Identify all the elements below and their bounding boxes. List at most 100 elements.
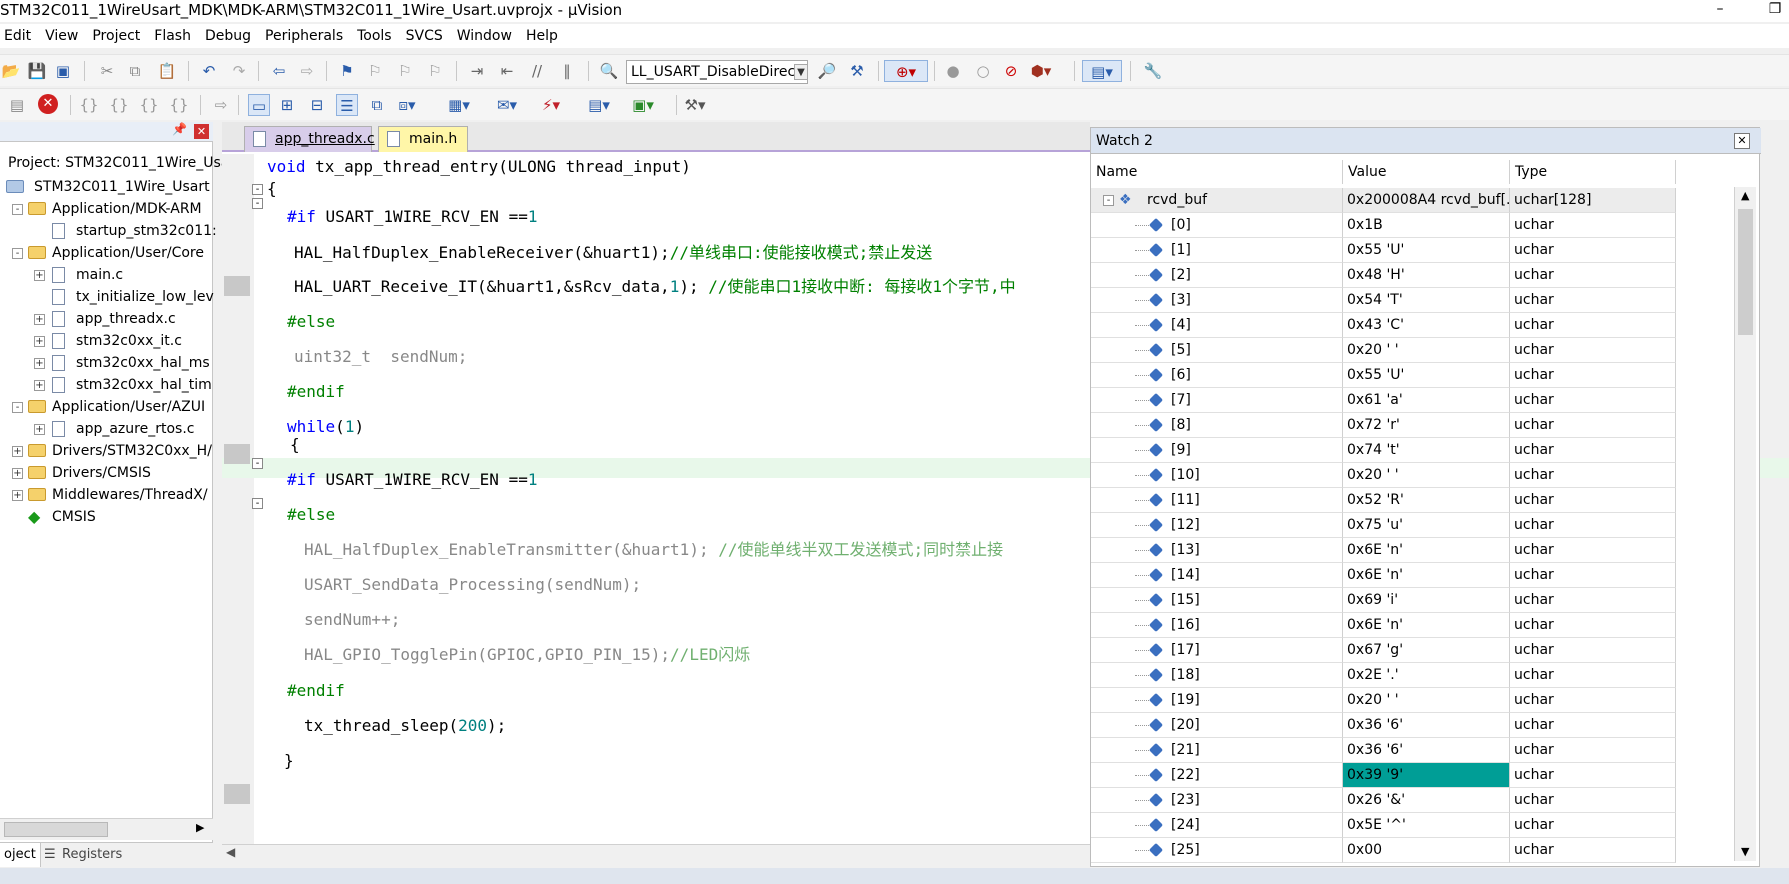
column-value[interactable]: Value (1343, 160, 1510, 184)
watch-value[interactable]: 0x200008A4 rcvd_buf[... (1343, 188, 1510, 213)
save-all-icon[interactable]: ▣ (52, 60, 74, 82)
watch-row[interactable]: [18] 0x2E '.' uchar (1091, 663, 1761, 688)
watch-value[interactable]: 0x6E 'n' (1343, 613, 1510, 638)
find-in-files-icon[interactable]: 🔍 (598, 60, 620, 82)
bookmark-clear-icon[interactable]: ⚐ (424, 60, 446, 82)
save-icon[interactable]: 💾 (26, 60, 48, 82)
menu-debug[interactable]: Debug (198, 24, 258, 48)
find-icon[interactable]: 🔎 (816, 60, 838, 82)
reset-icon[interactable]: ▤ (6, 94, 28, 116)
watch-row[interactable]: [15] 0x69 'i' uchar (1091, 588, 1761, 613)
tab-app_threadx-c[interactable]: app_threadx.c (244, 126, 375, 152)
run-to-cursor-icon[interactable]: {} (168, 94, 190, 116)
tree-item[interactable]: + stm32c0xx_hal_ms (0, 352, 213, 374)
editor-hscroll[interactable]: ◀ (222, 844, 1090, 862)
tree-item[interactable]: + app_threadx.c (0, 308, 213, 330)
fold-icon[interactable]: - (252, 184, 263, 195)
watch-value[interactable]: 0x00 (1343, 838, 1510, 863)
breakpoint-clear-icon[interactable]: ⊘ (1000, 60, 1022, 82)
menu-window[interactable]: Window (450, 24, 519, 48)
watch-value[interactable]: 0x72 'r' (1343, 413, 1510, 438)
uncomment-icon[interactable]: ∥ (556, 60, 578, 82)
tab-project[interactable]: oject (0, 843, 41, 867)
project-root[interactable]: STM32C011_1Wire_Usart (6, 176, 210, 198)
menu-help[interactable]: Help (519, 24, 565, 48)
scroll-thumb[interactable] (1738, 209, 1753, 335)
tree-item[interactable]: + Drivers/CMSIS (0, 462, 213, 484)
watch-value[interactable]: 0x55 'U' (1343, 238, 1510, 263)
watch-value[interactable]: 0x48 'H' (1343, 263, 1510, 288)
tree-item[interactable]: tx_initialize_low_lev (0, 286, 214, 308)
watch-row[interactable]: [9] 0x74 't' uchar (1091, 438, 1761, 463)
scroll-thumb[interactable] (4, 822, 108, 837)
watch-value[interactable]: 0x5E '^' (1343, 813, 1510, 838)
tree-item[interactable]: + app_azure_rtos.c (0, 418, 213, 440)
project-hscroll[interactable]: ▶ (0, 818, 213, 840)
watch-value[interactable]: 0x20 ' ' (1343, 338, 1510, 363)
tree-item[interactable]: + main.c (0, 264, 213, 286)
expand-icon[interactable]: + (34, 336, 45, 347)
watch-value[interactable]: 0x43 'C' (1343, 313, 1510, 338)
watch-row[interactable]: [3] 0x54 'T' uchar (1091, 288, 1761, 313)
indent-icon[interactable]: ⇥ (466, 60, 488, 82)
pin-icon[interactable]: 📌 (172, 122, 187, 136)
menu-flash[interactable]: Flash (147, 24, 198, 48)
step-out-icon[interactable]: {} (138, 94, 160, 116)
watch-row[interactable]: [13] 0x6E 'n' uchar (1091, 538, 1761, 563)
watch-value[interactable]: 0x55 'U' (1343, 363, 1510, 388)
watch-value[interactable]: 0x54 'T' (1343, 288, 1510, 313)
scroll-right-icon[interactable]: ▶ (196, 821, 204, 834)
watch-value[interactable]: 0x36 '6' (1343, 738, 1510, 763)
analysis-window-icon[interactable]: ⚡▾ (540, 94, 562, 116)
watch-window-icon[interactable]: ⧈▾ (396, 94, 418, 116)
watch-row[interactable]: [22] 0x39 '9' uchar (1091, 763, 1761, 788)
watch-value[interactable]: 0x2E '.' (1343, 663, 1510, 688)
scroll-down-icon[interactable]: ▼ (1741, 845, 1749, 858)
tree-item[interactable]: - Application/User/Core (0, 242, 213, 264)
command-window-icon[interactable]: ▭ (248, 94, 270, 116)
fold-icon[interactable]: - (252, 498, 263, 509)
tree-item[interactable]: + Drivers/STM32C0xx_H/ (0, 440, 213, 462)
code-editor[interactable] (222, 122, 1090, 862)
disassembly-icon[interactable]: ⊞ (276, 94, 298, 116)
window-layout-icon[interactable]: ▤▾ (1082, 60, 1122, 82)
tree-item[interactable]: + stm32c0xx_it.c (0, 330, 213, 352)
column-type[interactable]: Type (1510, 160, 1676, 184)
memory-window-icon[interactable]: ▦▾ (448, 94, 470, 116)
breakpoint-kill-icon[interactable]: ⬢▾ (1030, 60, 1052, 82)
watch-row[interactable]: [24] 0x5E '^' uchar (1091, 813, 1761, 838)
fold-icon[interactable]: - (252, 458, 263, 469)
stop-icon[interactable]: ✕ (38, 94, 58, 114)
expand-icon[interactable]: + (34, 424, 45, 435)
expand-icon[interactable]: + (12, 446, 23, 457)
nav-forward-icon[interactable]: ⇨ (296, 60, 318, 82)
paste-icon[interactable]: 📋 (156, 60, 178, 82)
unindent-icon[interactable]: ⇤ (496, 60, 518, 82)
symbols-icon[interactable]: ⊟ (306, 94, 328, 116)
restore-icon[interactable]: ❐ (1760, 0, 1789, 20)
watch-value[interactable]: 0x52 'R' (1343, 488, 1510, 513)
watch-row[interactable]: [0] 0x1B uchar (1091, 213, 1761, 238)
watch-value[interactable]: 0x20 ' ' (1343, 463, 1510, 488)
watch-value[interactable]: 0x67 'g' (1343, 638, 1510, 663)
collapse-icon[interactable]: - (12, 402, 23, 413)
step-over-icon[interactable]: {} (108, 94, 130, 116)
watch-row[interactable]: [5] 0x20 ' ' uchar (1091, 338, 1761, 363)
column-name[interactable]: Name (1091, 160, 1343, 184)
function-combo[interactable]: LL_USART_DisableDirecti (626, 60, 808, 84)
watch-row[interactable]: [19] 0x20 ' ' uchar (1091, 688, 1761, 713)
fold-icon[interactable]: - (252, 198, 263, 209)
tree-item[interactable]: + Middlewares/ThreadX/ (0, 484, 213, 506)
scroll-up-icon[interactable]: ▲ (1741, 189, 1749, 202)
watch-row[interactable]: [6] 0x55 'U' uchar (1091, 363, 1761, 388)
minimize-icon[interactable]: – (1705, 0, 1735, 20)
expand-icon[interactable]: + (34, 358, 45, 369)
menu-project[interactable]: Project (85, 24, 147, 48)
tree-item[interactable]: - Application/User/AZUI (0, 396, 213, 418)
tree-item[interactable]: ◆ CMSIS (0, 506, 213, 528)
collapse-icon[interactable]: - (1103, 195, 1114, 206)
watch-row[interactable]: [7] 0x61 'a' uchar (1091, 388, 1761, 413)
menu-edit[interactable]: Edit (0, 24, 38, 48)
scroll-left-icon[interactable]: ◀ (226, 845, 235, 859)
watch-row[interactable]: [8] 0x72 'r' uchar (1091, 413, 1761, 438)
